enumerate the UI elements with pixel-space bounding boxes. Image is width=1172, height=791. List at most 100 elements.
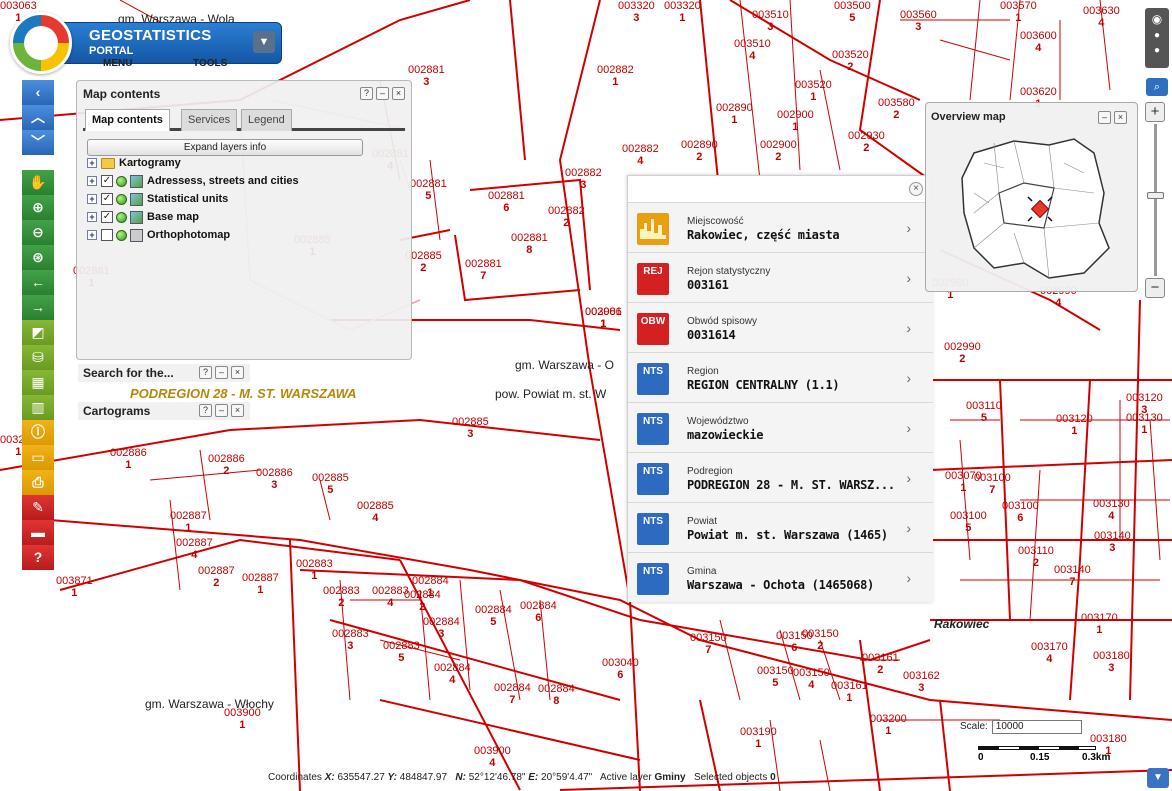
statistical-unit-label: 003180 3 (1093, 650, 1130, 674)
menu-link[interactable]: MENU (103, 58, 132, 69)
layer-dot-icon[interactable]: ● (1145, 30, 1169, 41)
chevron-down-icon[interactable]: ﹀ (22, 130, 54, 155)
close-icon[interactable]: × (231, 404, 244, 417)
layer-row-kartogramy[interactable]: + Kartogramy (87, 155, 181, 171)
layer-checkbox[interactable]: ✓ (101, 193, 113, 205)
expand-plus-icon[interactable]: + (87, 158, 97, 168)
statistics-icon[interactable]: ⛁ (22, 345, 54, 370)
app-logo: GEOSTATISTICS PORTAL ▼ (10, 12, 282, 74)
layer-checkbox[interactable]: ✓ (101, 211, 113, 223)
expand-plus-icon[interactable]: + (87, 194, 97, 204)
eye-icon[interactable]: ◉ (1145, 12, 1169, 26)
chevron-right-icon[interactable]: › (906, 220, 911, 236)
layer-checkbox[interactable] (101, 229, 113, 241)
chevron-up-icon[interactable]: ︿ (22, 105, 54, 130)
tab-legend[interactable]: Legend (241, 109, 292, 131)
expand-plus-icon[interactable]: + (87, 212, 97, 222)
zoom-out-icon[interactable]: ⊖ (22, 220, 54, 245)
unit-code: 003190 (740, 726, 777, 738)
unit-code: 002882 (597, 64, 634, 76)
layer-row-statistical-units[interactable]: + ✓ Statistical units (87, 191, 228, 207)
unit-code: 003120 (1126, 392, 1163, 404)
pan-hand-icon[interactable]: ✋ (22, 170, 54, 195)
popup-row[interactable]: NTS Województwo mazowieckie › (628, 402, 933, 452)
window-icon[interactable]: ▭ (22, 445, 54, 470)
minimize-icon[interactable]: – (215, 404, 228, 417)
popup-row[interactable]: OBW Obwód spisowy 0031614 › (628, 302, 933, 352)
unit-code: 003180 (1090, 733, 1127, 745)
search-panel[interactable]: Search for the... ? – × (78, 364, 250, 382)
chevron-down-icon[interactable]: ▼ (1147, 768, 1169, 788)
bar-chart-icon[interactable]: ▥ (22, 395, 54, 420)
unit-number: 2 (338, 597, 345, 609)
popup-row-value: Warszawa - Ochota (1465068) (687, 578, 874, 592)
minus-icon[interactable]: ▬ (22, 520, 54, 545)
unit-code: 003500 (834, 0, 871, 12)
chevron-right-icon[interactable]: › (906, 570, 911, 586)
popup-row[interactable]: NTS Region REGION CENTRALNY (1.1) › (628, 352, 933, 402)
unit-number: 4 (372, 512, 379, 524)
chevron-right-icon[interactable]: › (906, 420, 911, 436)
minimize-icon[interactable]: – (1098, 111, 1111, 124)
close-icon[interactable]: × (909, 182, 923, 196)
layer-row-addresses[interactable]: + ✓ Adressess, streets and cities (87, 173, 299, 189)
chevron-right-icon[interactable]: › (906, 520, 911, 536)
info-icon[interactable]: ⓘ (22, 420, 54, 445)
statistical-unit-label: 003100 7 (974, 472, 1011, 496)
layer-row-orthophotomap[interactable]: + Orthophotomap (87, 227, 230, 243)
zoom-in-icon[interactable]: ⊕ (22, 195, 54, 220)
poland-overview-map[interactable] (954, 133, 1114, 283)
close-icon[interactable]: × (1114, 111, 1127, 124)
layer-checkbox[interactable]: ✓ (101, 175, 113, 187)
close-icon[interactable]: × (392, 87, 405, 100)
unit-number: 2 (1032, 557, 1039, 569)
layers-icon[interactable]: ◩ (22, 320, 54, 345)
zoom-track[interactable] (1146, 124, 1164, 276)
unit-number: 2 (419, 601, 426, 613)
cartograms-panel[interactable]: Cartograms ? – × (78, 402, 250, 420)
popup-row[interactable]: NTS Gmina Warszawa - Ochota (1465068) › (628, 552, 933, 602)
unit-code: 002886 (110, 447, 147, 459)
help-icon[interactable]: ? (199, 366, 212, 379)
help-icon[interactable]: ? (22, 545, 54, 570)
zoom-knob[interactable] (1146, 192, 1164, 199)
popup-row[interactable]: Miejscowość Rakowiec, część miasta › (628, 202, 933, 252)
layer-dot-icon[interactable]: ● (1145, 45, 1169, 56)
tab-map-contents[interactable]: Map contents (85, 109, 170, 131)
chevron-right-icon[interactable]: › (906, 320, 911, 336)
chevron-down-icon[interactable]: ▼ (253, 31, 275, 53)
expand-plus-icon[interactable]: + (87, 230, 97, 240)
chevron-right-icon[interactable]: › (906, 370, 911, 386)
statistical-unit-label: 003150 7 (690, 632, 727, 656)
print-icon[interactable]: ⎙ (22, 470, 54, 495)
help-icon[interactable]: ? (360, 87, 373, 100)
scale-input[interactable]: 10000 (991, 720, 1082, 734)
zoom-in-button[interactable]: + (1145, 102, 1165, 122)
chevron-left-icon[interactable]: ‹ (22, 80, 54, 105)
minimize-icon[interactable]: – (215, 366, 228, 379)
chevron-right-icon[interactable]: › (906, 270, 911, 286)
expand-plus-icon[interactable]: + (87, 176, 97, 186)
layer-row-base-map[interactable]: + ✓ Base map (87, 209, 199, 225)
table-icon[interactable]: ▦ (22, 370, 54, 395)
n-value: 52°12'46.78" (468, 772, 526, 783)
map-contents-title: Map contents (83, 87, 161, 101)
search-map-icon[interactable]: ⌕ (1146, 78, 1168, 96)
statistical-unit-label: 002882 1 (597, 64, 634, 88)
expand-layers-button[interactable]: Expand layers info (87, 139, 363, 156)
zoom-extent-icon[interactable]: ⊛ (22, 245, 54, 270)
popup-row[interactable]: NTS Powiat Powiat m. st. Warszawa (1465) › (628, 502, 933, 552)
help-icon[interactable]: ? (199, 404, 212, 417)
minimize-icon[interactable]: – (376, 87, 389, 100)
zoom-out-button[interactable]: − (1145, 278, 1165, 298)
popup-row[interactable]: NTS Podregion PODREGION 28 - M. ST. WARSZ.… (628, 452, 933, 502)
close-icon[interactable]: × (231, 366, 244, 379)
chevron-right-icon[interactable]: › (906, 470, 911, 486)
tools-link[interactable]: TOOLS (193, 58, 227, 69)
tab-services[interactable]: Services (181, 109, 238, 131)
arrow-left-icon[interactable]: ← (22, 270, 54, 295)
arrow-right-icon[interactable]: → (22, 295, 54, 320)
tools-icon[interactable]: ✎ (22, 495, 54, 520)
place-label-powiat: pow. Powiat m. st. W (495, 387, 607, 401)
popup-row[interactable]: REJ Rejon statystyczny 003161 › (628, 252, 933, 302)
